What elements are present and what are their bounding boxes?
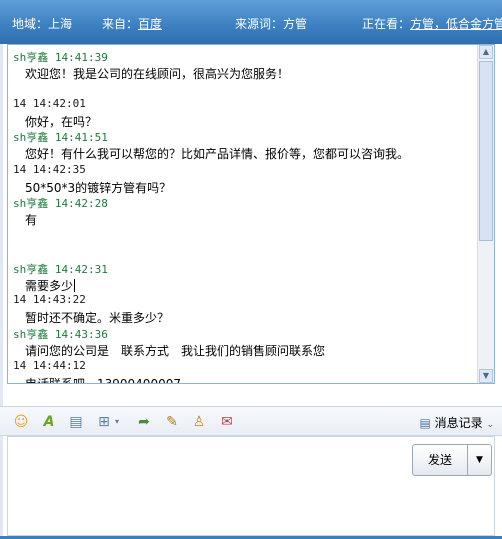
search-keyword: 来源词：方管 xyxy=(235,17,308,31)
contact-card-icon[interactable]: ✉ xyxy=(218,413,236,431)
visitor-info-bar: 地域：上海 来自：百度 来源词：方管 正在看：方管，低合金方管 xyxy=(0,0,502,44)
sender-name: sh亨鑫 xyxy=(13,51,49,64)
message-header: 14 14:42:01 xyxy=(13,97,86,110)
sender-name: 14 xyxy=(13,359,27,372)
source-site-link[interactable]: 百度 xyxy=(138,17,162,31)
message-time: 14:42:01 xyxy=(32,97,86,110)
source-site: 来自：百度 xyxy=(102,15,162,32)
history-label: 消息记录 xyxy=(434,416,483,430)
message-text: 50*50*3的镀锌方管有吗？ xyxy=(25,181,172,195)
message-text: 请问您的公司是 联系方式 我让我们的销售顾问联系您 xyxy=(25,344,326,358)
sender-name: sh亨鑫 xyxy=(13,328,49,341)
sender-name: sh亨鑫 xyxy=(13,263,49,276)
viewing-page-link[interactable]: 方管，低合金方管 xyxy=(410,17,502,31)
user-transfer-icon[interactable]: ♙ xyxy=(190,413,208,431)
chat-scrollbar[interactable]: ▲ ▼ xyxy=(477,45,494,383)
capture-dropdown-icon[interactable]: ▾ xyxy=(112,413,122,431)
message-header: sh亨鑫 14:42:31 xyxy=(13,261,108,277)
message-toolbar: ☺ A ▤ ⊞ ▾ ➦ ✎ ♙ ✉ ▤ 消息记录 ⌄ xyxy=(0,406,502,436)
message-time: 14:41:51 xyxy=(54,131,108,144)
message-text-content: 需要多少 xyxy=(25,279,74,293)
message-text: 需要多少 xyxy=(25,277,76,294)
send-button-group: 发送 ▼ xyxy=(412,444,492,476)
chevron-down-icon: ⌄ xyxy=(486,420,494,430)
chat-history-pane[interactable]: sh亨鑫 14:41:39 欢迎您！我是公司的在线顾问，很高兴为您服务！ 14 … xyxy=(7,44,495,384)
scroll-up-button[interactable]: ▲ xyxy=(479,45,493,59)
sender-name: sh亨鑫 xyxy=(13,131,49,144)
message-time: 14:42:35 xyxy=(32,163,86,176)
viewing-page: 正在看：方管，低合金方管 xyxy=(362,15,502,32)
note-icon[interactable]: ✎ xyxy=(163,413,181,431)
emoticon-icon[interactable]: ☺ xyxy=(12,413,30,431)
history-icon: ▤ xyxy=(419,416,431,430)
message-header: 14 14:42:35 xyxy=(13,163,86,176)
message-text: 电话联系吧，13900400007 xyxy=(25,375,181,383)
sender-name: 14 xyxy=(13,97,27,110)
message-header: 14 14:44:12 xyxy=(13,359,86,372)
message-text: 暂时还不确定。米重多少？ xyxy=(25,311,170,325)
window-left-border xyxy=(0,44,3,539)
message-header: sh亨鑫 14:43:36 xyxy=(13,326,108,342)
message-time: 14:43:22 xyxy=(32,293,86,306)
region-label: 地域：上海 xyxy=(12,17,73,31)
send-options-dropdown[interactable]: ▼ xyxy=(468,444,492,476)
send-button[interactable]: 发送 xyxy=(412,444,468,476)
message-header: sh亨鑫 14:42:28 xyxy=(13,195,108,211)
message-time: 14:41:39 xyxy=(54,51,108,64)
send-file-icon[interactable]: ➦ xyxy=(135,413,153,431)
message-text: 欢迎您！我是公司的在线顾问，很高兴为您服务！ xyxy=(25,67,290,81)
message-list: sh亨鑫 14:41:39 欢迎您！我是公司的在线顾问，很高兴为您服务！ 14 … xyxy=(8,45,477,383)
chevron-down-icon: ▼ xyxy=(476,455,483,465)
scroll-down-button[interactable]: ▼ xyxy=(479,369,493,383)
sender-name: sh亨鑫 xyxy=(13,197,49,210)
sender-name: 14 xyxy=(13,163,27,176)
message-time: 14:42:31 xyxy=(54,263,108,276)
message-text: 有 xyxy=(25,213,38,227)
message-header: sh亨鑫 14:41:51 xyxy=(13,129,108,145)
message-time: 14:43:36 xyxy=(54,328,108,341)
message-history-button[interactable]: ▤ 消息记录 ⌄ xyxy=(419,414,494,431)
viewing-page-prefix: 正在看： xyxy=(362,17,411,31)
message-text: 你好，在吗？ xyxy=(25,115,98,129)
message-time: 14:44:12 xyxy=(32,359,86,372)
font-icon[interactable]: A xyxy=(40,413,58,431)
message-text: 您好！有什么我可以帮您的？比如产品详情、报价等，您都可以咨询我。 xyxy=(25,147,410,161)
sender-name: 14 xyxy=(13,293,27,306)
scroll-thumb[interactable] xyxy=(479,61,493,241)
message-header: sh亨鑫 14:41:39 xyxy=(13,49,108,65)
message-header: 14 14:43:22 xyxy=(13,293,86,306)
text-cursor xyxy=(74,279,76,292)
screenshot-icon[interactable]: ▤ xyxy=(67,413,85,431)
source-site-prefix: 来自： xyxy=(102,17,139,31)
capture-icon[interactable]: ⊞ xyxy=(95,413,113,431)
message-time: 14:42:28 xyxy=(54,197,108,210)
